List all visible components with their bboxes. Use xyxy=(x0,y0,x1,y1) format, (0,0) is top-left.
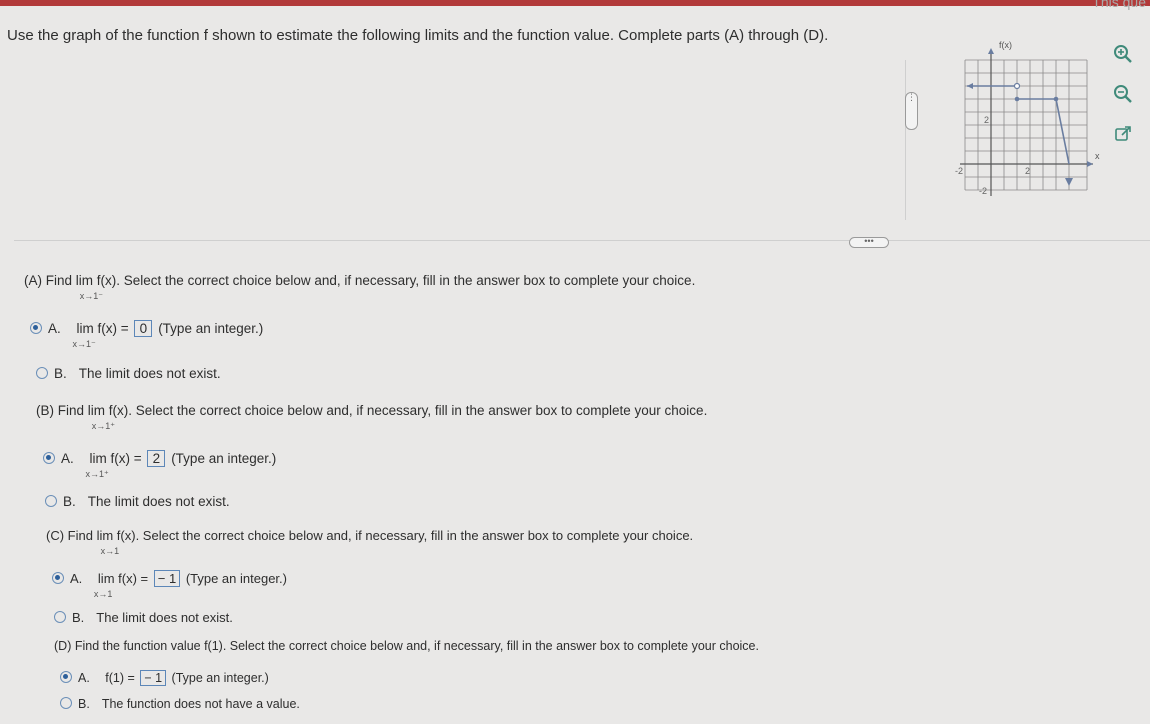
radio-unselected[interactable] xyxy=(36,367,48,379)
part-a-option-a[interactable]: A. lim f(x) = x→1⁻ 0 (Type an integer.) xyxy=(30,320,263,349)
answer-box[interactable]: 2 xyxy=(147,450,166,467)
part-b-option-a[interactable]: A. lim f(x) = x→1⁺ 2 (Type an integer.) xyxy=(43,450,276,479)
question-header-fragment: This que xyxy=(1092,0,1146,10)
horizontal-resize-handle[interactable]: ••• xyxy=(849,237,889,248)
x-tick-pos: 2 xyxy=(1025,166,1030,176)
x-axis-label: x xyxy=(1095,151,1100,161)
answer-box[interactable]: − 1 xyxy=(140,670,167,686)
open-new-window-icon[interactable] xyxy=(1109,120,1137,148)
part-a-option-b[interactable]: B. The limit does not exist. xyxy=(36,366,221,381)
limit-subscript: x→1⁻ xyxy=(79,291,104,301)
graph-toolbar xyxy=(1109,40,1141,160)
answer-box[interactable]: 0 xyxy=(134,320,153,337)
radio-unselected[interactable] xyxy=(45,495,57,507)
zoom-in-icon[interactable] xyxy=(1109,40,1137,68)
radio-selected[interactable] xyxy=(60,671,72,683)
radio-selected[interactable] xyxy=(52,572,64,584)
radio-unselected[interactable] xyxy=(60,697,72,709)
y-tick-neg: -2 xyxy=(979,186,987,196)
radio-unselected[interactable] xyxy=(54,611,66,623)
vertical-divider xyxy=(905,60,906,220)
part-c-option-a[interactable]: A. lim f(x) = x→1 − 1 (Type an integer.) xyxy=(52,570,287,599)
part-d-question: (D) Find the function value f(1). Select… xyxy=(54,639,759,653)
part-c-question: (C) Find lim x→1 f(x). Select the correct… xyxy=(46,528,694,556)
answer-box[interactable]: − 1 xyxy=(153,570,181,587)
horizontal-divider xyxy=(14,240,1150,241)
question-prompt: Use the graph of the function f shown to… xyxy=(7,27,829,44)
y-axis-arrow xyxy=(988,48,994,54)
part-b-option-b[interactable]: B. The limit does not exist. xyxy=(45,494,230,509)
y-tick-pos: 2 xyxy=(984,115,989,125)
vertical-resize-handle[interactable]: ⋮ xyxy=(905,92,918,130)
part-d-option-b[interactable]: B. The function does not have a value. xyxy=(60,697,300,711)
part-d-option-a[interactable]: A. f(1) = − 1 (Type an integer.) xyxy=(60,670,269,686)
radio-selected[interactable] xyxy=(30,322,42,334)
limit-subscript: x→1⁺ xyxy=(91,421,116,431)
radio-selected[interactable] xyxy=(43,452,55,464)
zoom-out-icon[interactable] xyxy=(1109,80,1137,108)
x-axis-arrow xyxy=(1087,161,1093,167)
x-tick-neg: -2 xyxy=(955,166,963,176)
limit-subscript: x→1 xyxy=(100,546,120,556)
part-b-question: (B) Find lim x→1⁺ f(x). Select the correc… xyxy=(36,403,708,431)
y-axis-label: f(x) xyxy=(999,40,1012,50)
part-a-question: (A) Find lim x→1⁻ f(x). Select the correc… xyxy=(24,273,696,301)
top-accent-bar xyxy=(0,0,1150,6)
function-graph: f(x) x -2 2 2 -2 xyxy=(955,40,1100,196)
part-c-option-b[interactable]: B. The limit does not exist. xyxy=(54,610,233,625)
